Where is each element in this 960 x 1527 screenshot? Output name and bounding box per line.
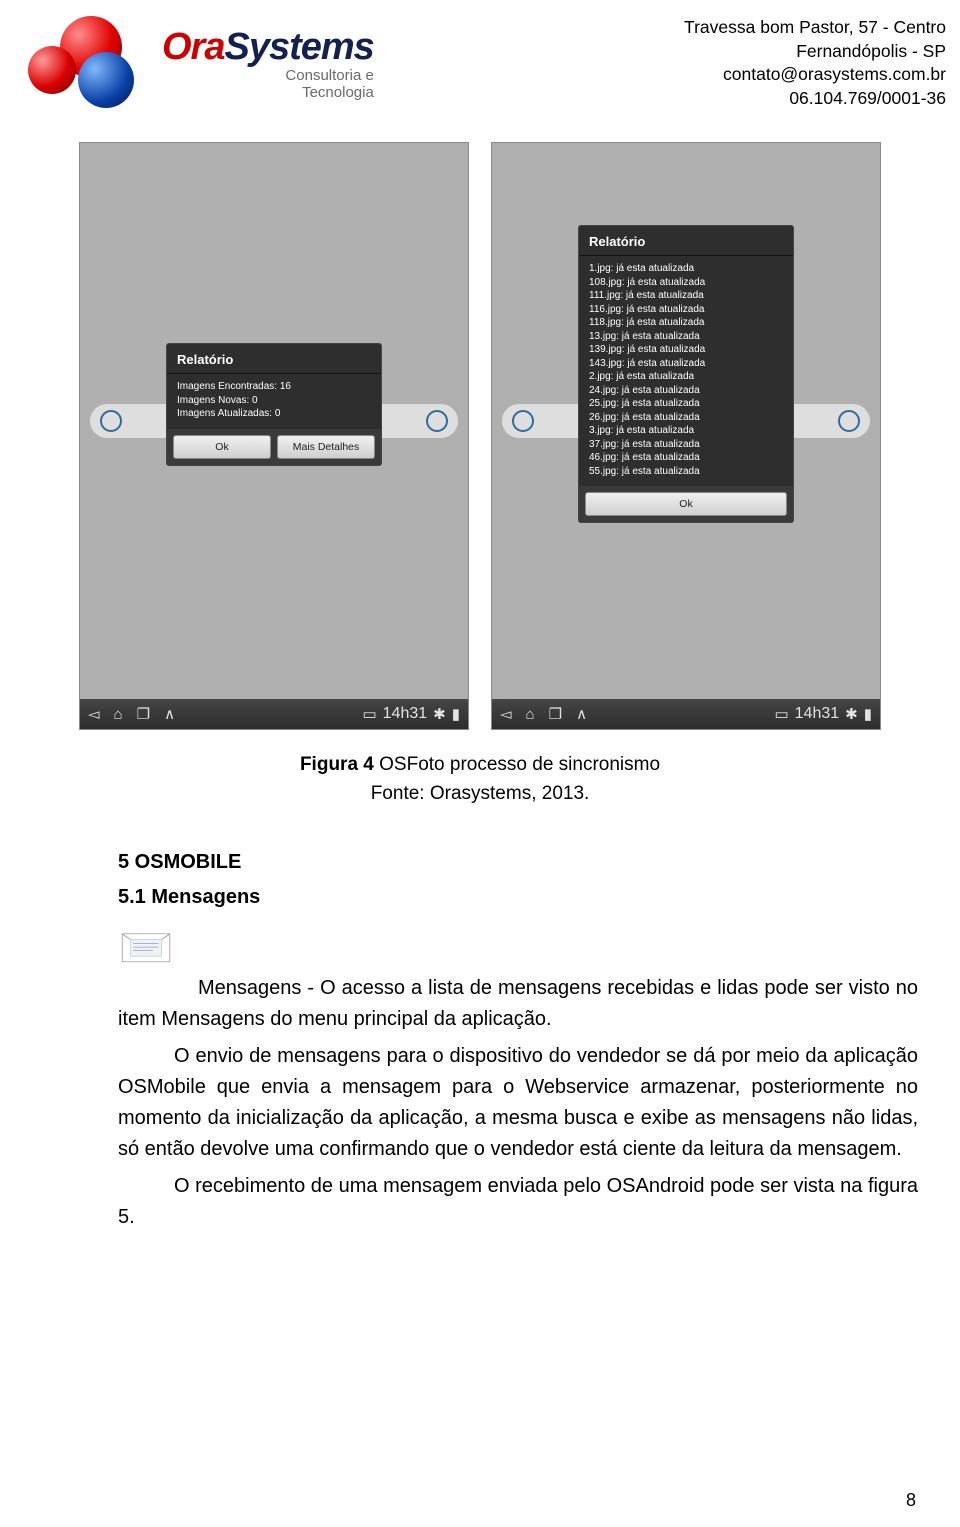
power-icon [512, 410, 534, 432]
back-icon[interactable]: ◅ [88, 707, 100, 722]
dialog-title: Relatório [167, 344, 381, 374]
battery-icon: ▮ [452, 707, 460, 722]
report-line-1: Imagens Encontradas: 16 [177, 380, 371, 394]
screenshot-1: Relatório Imagens Encontradas: 16 Imagen… [79, 142, 469, 730]
heading-5-1: 5.1 Mensagens [118, 882, 918, 913]
up-icon[interactable]: ∧ [164, 707, 175, 722]
android-nav-bar: ◅ ⌂ ❐ ∧ ▭ 14h31 ✱ ▮ [492, 699, 880, 729]
figure-caption: Figura 4 OSFoto processo de sincronismo … [0, 750, 960, 809]
report-line-2: Imagens Novas: 0 [177, 394, 371, 408]
paragraph-3: O recebimento de uma mensagem enviada pe… [118, 1171, 918, 1233]
figure-source: Fonte: Orasystems, 2013. [371, 783, 590, 804]
dialog-title: Relatório [579, 226, 793, 256]
more-details-button[interactable]: Mais Detalhes [277, 435, 375, 459]
back-icon[interactable]: ◅ [500, 707, 512, 722]
page-number: 8 [906, 1490, 916, 1511]
logo-graphic [24, 12, 154, 112]
dialog-body: Imagens Encontradas: 16 Imagens Novas: 0… [167, 374, 381, 429]
report-dialog-detail: Relatório 1.jpg: já esta atualizada 108.… [578, 225, 794, 523]
screenshot-2: Relatório 1.jpg: já esta atualizada 108.… [491, 142, 881, 730]
dialog-body-lines: 1.jpg: já esta atualizada 108.jpg: já es… [579, 256, 793, 486]
logo-text: OraSystems Consultoria e Tecnologia [162, 12, 374, 101]
clock-text: 14h31 [795, 705, 840, 723]
logo-brand-systems: Systems [224, 26, 373, 68]
ok-button[interactable]: Ok [585, 492, 787, 516]
recent-icon[interactable]: ❐ [137, 707, 150, 722]
envelope-icon [118, 923, 174, 967]
notification-icon: ▭ [362, 707, 376, 722]
heading-5: 5 OSMOBILE [118, 847, 918, 878]
addr-line-4: 06.104.769/0001-36 [684, 87, 946, 111]
battery-icon: ▮ [864, 707, 872, 722]
logo-brand-ora: Ora [162, 26, 224, 68]
company-info: Travessa bom Pastor, 57 - Centro Fernand… [684, 12, 946, 111]
android-nav-bar: ◅ ⌂ ❐ ∧ ▭ 14h31 ✱ ▮ [80, 699, 468, 729]
addr-line-2: Fernandópolis - SP [684, 40, 946, 64]
addr-line-1: Travessa bom Pastor, 57 - Centro [684, 16, 946, 40]
report-dialog-summary: Relatório Imagens Encontradas: 16 Imagen… [166, 343, 382, 466]
home-icon[interactable]: ⌂ [526, 707, 535, 722]
logo-sub-2: Tecnologia [302, 84, 374, 101]
logo-sub-1: Consultoria e [285, 67, 373, 84]
ok-button[interactable]: Ok [173, 435, 271, 459]
home-icon[interactable]: ⌂ [114, 707, 123, 722]
bluetooth-icon: ✱ [433, 707, 446, 722]
bluetooth-icon: ✱ [845, 707, 858, 722]
power-icon [100, 410, 122, 432]
notification-icon: ▭ [774, 707, 788, 722]
up-icon[interactable]: ∧ [576, 707, 587, 722]
refresh-icon [838, 410, 860, 432]
refresh-icon [426, 410, 448, 432]
recent-icon[interactable]: ❐ [549, 707, 562, 722]
paragraph-2: O envio de mensagens para o dispositivo … [118, 1041, 918, 1165]
screenshots-row: Relatório Imagens Encontradas: 16 Imagen… [0, 142, 960, 730]
figure-label: Figura 4 [300, 754, 374, 775]
addr-line-3: contato@orasystems.com.br [684, 63, 946, 87]
figure-title: OSFoto processo de sincronismo [374, 754, 660, 775]
page-header: OraSystems Consultoria e Tecnologia Trav… [0, 0, 960, 112]
report-line-3: Imagens Atualizadas: 0 [177, 407, 371, 421]
paragraph-1: Mensagens - O acesso a lista de mensagen… [118, 973, 918, 1035]
clock-text: 14h31 [383, 705, 428, 723]
body-content: 5 OSMOBILE 5.1 Mensagens Mensagens - O a… [0, 809, 960, 1233]
logo-block: OraSystems Consultoria e Tecnologia [24, 12, 374, 112]
